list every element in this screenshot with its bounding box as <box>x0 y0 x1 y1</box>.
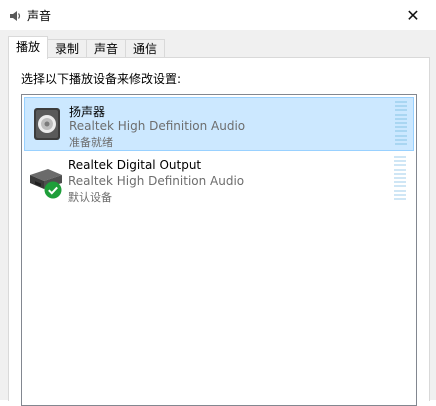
volume-meter <box>395 101 407 145</box>
tab-recording[interactable]: 录制 <box>47 39 88 59</box>
instruction-label: 选择以下播放设备来修改设置: <box>21 72 182 86</box>
close-button[interactable]: ✕ <box>390 0 436 30</box>
device-item-digital-output[interactable]: Realtek Digital Output Realtek High Defi… <box>24 153 412 205</box>
playback-panel: 选择以下播放设备来修改设置: 扬声器 Realtek High Definiti… <box>8 57 430 406</box>
tab-strip: 播放 录制 声音 通信 <box>8 36 166 59</box>
title-bar: 声音 ✕ <box>0 0 436 30</box>
device-driver: Realtek High Definition Audio <box>68 174 245 188</box>
speaker-app-icon <box>8 8 22 22</box>
green-checkmark-icon <box>44 181 62 199</box>
device-name: 扬声器 <box>69 105 106 119</box>
device-item-speakers[interactable]: 扬声器 Realtek High Definition Audio 准备就绪 <box>24 97 414 151</box>
device-list[interactable]: 扬声器 Realtek High Definition Audio 准备就绪 R… <box>21 94 417 406</box>
window-title: 声音 <box>27 9 52 23</box>
device-status: 准备就绪 <box>69 136 113 149</box>
device-driver: Realtek High Definition Audio <box>69 119 246 133</box>
tab-playback[interactable]: 播放 <box>8 36 49 59</box>
device-status: 默认设备 <box>68 191 112 204</box>
speaker-icon <box>27 104 67 144</box>
sound-dialog: 声音 ✕ 播放 录制 声音 通信 选择以下播放设备来修改设置: 扬声器 Real… <box>0 0 436 406</box>
volume-meter <box>394 156 406 200</box>
device-name: Realtek Digital Output <box>68 158 202 172</box>
tab-sounds[interactable]: 声音 <box>86 39 127 59</box>
tab-communications[interactable]: 通信 <box>125 39 166 59</box>
